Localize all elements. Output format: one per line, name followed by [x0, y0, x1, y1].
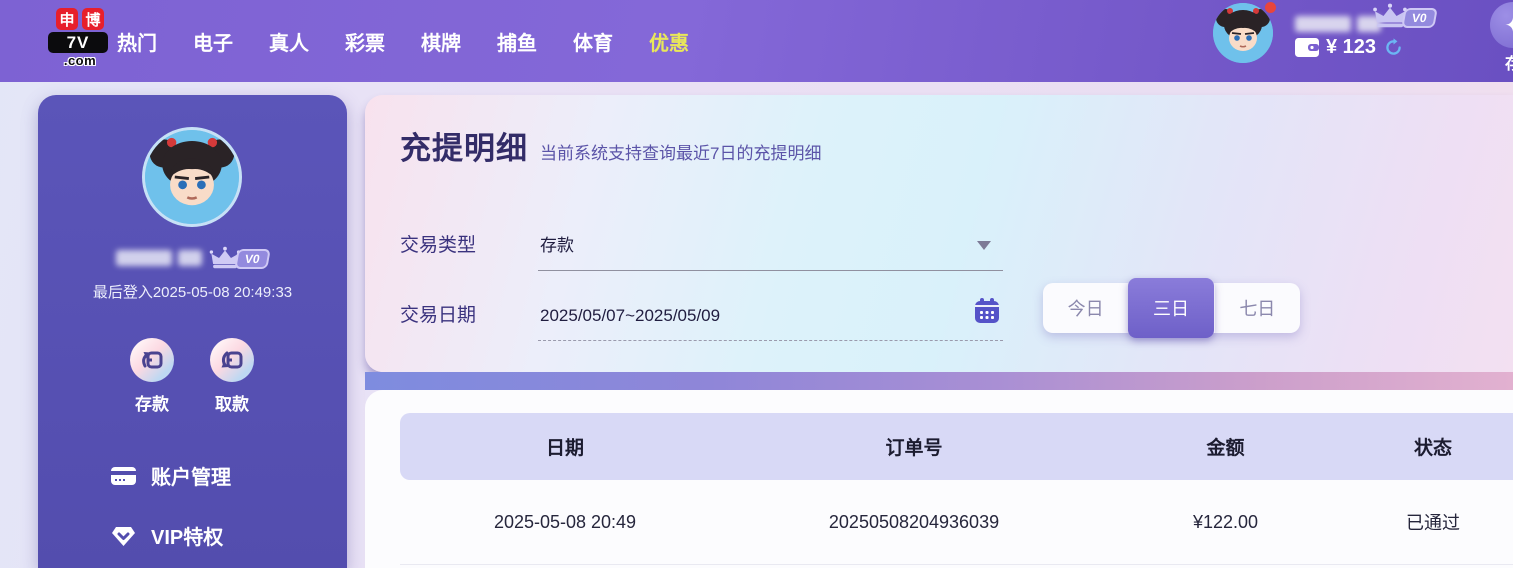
deposit-label: 存款 [120, 390, 184, 415]
balance-amount: ¥ 123 [1326, 36, 1376, 59]
transaction-detail-panel: 充提明细 当前系统支持查询最近7日的充提明细 交易类型 存款 交易日期 2025… [365, 95, 1513, 372]
nav-item-live[interactable]: 真人 [269, 27, 309, 56]
top-navbar: 申 博 7V .com 热门 电子 真人 彩票 棋牌 捕鱼 体育 优惠 [0, 0, 1513, 82]
cell-amount: ¥122.00 [1098, 512, 1353, 533]
cell-order-no: 20250508204936039 [730, 512, 1098, 533]
page-title: 充提明细 [400, 123, 528, 168]
column-header-status: 状态 [1353, 433, 1513, 460]
sidebar-vip-level[interactable]: V0 [208, 245, 269, 271]
main-nav: 热门 电子 真人 彩票 棋牌 捕鱼 体育 优惠 [117, 0, 689, 82]
table-header: 日期 订单号 金额 状态 [400, 413, 1513, 480]
censored-text-block [178, 250, 202, 266]
calendar-icon[interactable] [973, 297, 1001, 330]
date-range-quick-buttons: 今日 三日 七日 [1043, 283, 1300, 333]
brand-badge-right: 博 [82, 8, 104, 30]
range-button-today[interactable]: 今日 [1043, 283, 1128, 333]
transaction-type-row: 交易类型 存款 [400, 215, 1003, 271]
quick-deposit-button[interactable]: ✦ 存 [1481, 2, 1513, 74]
wallet-icon [1295, 38, 1319, 57]
refresh-icon[interactable] [1383, 37, 1404, 58]
censored-username [1295, 16, 1381, 32]
nav-item-hot[interactable]: 热门 [117, 27, 157, 56]
vip-level[interactable]: V0 [1371, 2, 1436, 30]
censored-text-block [1295, 16, 1351, 32]
wallet-balance: ¥ 123 [1295, 36, 1404, 59]
nav-item-fishing[interactable]: 捕鱼 [497, 27, 537, 56]
range-button-three-days[interactable]: 三日 [1128, 278, 1213, 338]
sidebar-avatar[interactable] [142, 127, 242, 227]
transaction-date-label: 交易日期 [400, 300, 538, 341]
sidebar-username-row: V0 [38, 245, 347, 271]
transaction-type-value: 存款 [540, 231, 574, 256]
range-button-seven-days[interactable]: 七日 [1214, 283, 1300, 333]
cell-date: 2025-05-08 20:49 [400, 512, 730, 533]
last-login-text: 最后登入2025-05-08 20:49:33 [38, 281, 347, 302]
column-header-amount: 金额 [1098, 433, 1353, 460]
vip-badge: V0 [1401, 8, 1437, 28]
app-root: 申 博 7V .com 热门 电子 真人 彩票 棋牌 捕鱼 体育 优惠 [0, 0, 1513, 568]
nav-item-lottery[interactable]: 彩票 [345, 27, 385, 56]
vip-badge: V0 [234, 249, 270, 269]
notification-dot [1265, 2, 1276, 13]
menu-item-label: 账户管理 [151, 461, 231, 490]
quick-deposit-icon: ✦ [1490, 2, 1513, 48]
nav-item-sports[interactable]: 体育 [573, 27, 613, 56]
withdraw-arrow-icon [210, 338, 254, 382]
transaction-date-row: 交易日期 2025/05/07~2025/05/09 [400, 285, 1003, 341]
date-range-input[interactable]: 2025/05/07~2025/05/09 [538, 285, 1003, 341]
brand-logo[interactable]: 申 博 7V .com [48, 8, 112, 68]
chevron-down-icon[interactable] [977, 241, 991, 250]
sidebar-item-account-management[interactable]: 账户管理 [110, 461, 231, 490]
transaction-type-label: 交易类型 [400, 230, 538, 271]
user-avatar[interactable] [1213, 3, 1273, 63]
nav-item-cards[interactable]: 棋牌 [421, 27, 461, 56]
menu-item-label: VIP特权 [151, 521, 223, 550]
deposit-arrow-icon [130, 338, 174, 382]
panel-gap-decoration [365, 372, 1513, 390]
bank-card-icon [110, 462, 137, 489]
brand-name: 7V [48, 32, 108, 53]
cell-status: 已通过 [1353, 509, 1513, 535]
nav-item-slots[interactable]: 电子 [193, 27, 233, 56]
brand-badges: 申 博 [48, 8, 112, 30]
account-sidebar: V0 最后登入2025-05-08 20:49:33 存款 [38, 95, 347, 568]
page-subtitle: 当前系统支持查询最近7日的充提明细 [540, 139, 821, 164]
date-range-value: 2025/05/07~2025/05/09 [540, 306, 720, 326]
panel-header: 充提明细 当前系统支持查询最近7日的充提明细 [400, 123, 821, 168]
deposit-button[interactable]: 存款 [120, 338, 184, 415]
withdraw-label: 取款 [200, 390, 264, 415]
column-header-date: 日期 [400, 433, 730, 460]
nav-item-promo[interactable]: 优惠 [649, 27, 689, 56]
column-header-order-no: 订单号 [730, 433, 1098, 460]
brand-tld: .com [48, 53, 112, 68]
vip-diamond-icon [110, 522, 137, 549]
censored-text-block [116, 250, 172, 266]
withdraw-button[interactable]: 取款 [200, 338, 264, 415]
table-row[interactable]: 2025-05-08 20:49 20250508204936039 ¥122.… [400, 480, 1513, 565]
sidebar-item-vip-privileges[interactable]: VIP特权 [110, 521, 223, 550]
transaction-type-select[interactable]: 存款 [538, 215, 1003, 271]
quick-deposit-label: 存 [1481, 50, 1513, 74]
records-table-panel: 日期 订单号 金额 状态 2025-05-08 20:49 2025050820… [365, 390, 1513, 568]
navbar-user-area: V0 ¥ 123 ✦ 存 [1213, 0, 1513, 82]
brand-badge-left: 申 [56, 8, 78, 30]
